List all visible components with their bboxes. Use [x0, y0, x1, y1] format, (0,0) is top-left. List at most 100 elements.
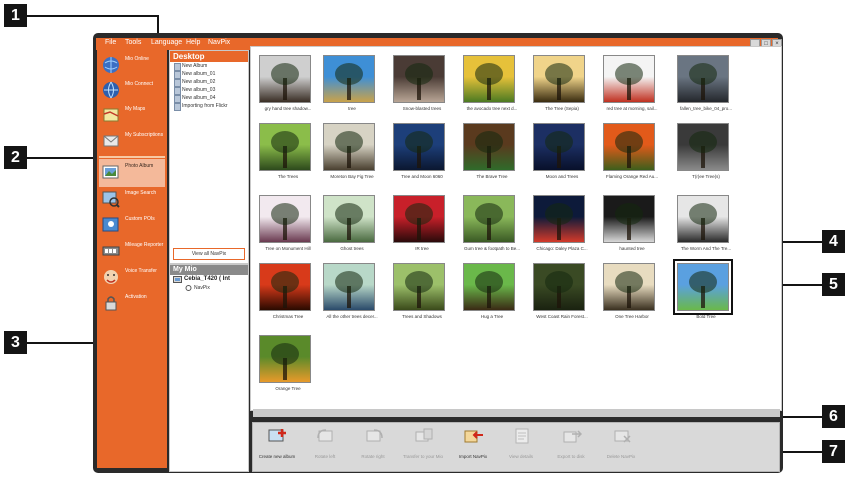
menu-navpix[interactable]: NavPix	[208, 39, 230, 46]
album-item[interactable]: New album_01	[170, 70, 248, 79]
album-label: New album_03	[182, 87, 216, 93]
photo-image	[533, 263, 585, 311]
tree-silhouette-icon	[271, 203, 299, 240]
photo-thumbnail[interactable]: All the other trees decer...	[323, 263, 378, 321]
photo-thumbnail[interactable]: T(r)ee Tree(s)	[677, 123, 729, 181]
photo-thumbnail[interactable]: Moon and Trees	[533, 123, 585, 181]
navpix-tree-item[interactable]: NavPix	[170, 284, 248, 292]
photo-thumbnail[interactable]: Snow-blasted trees	[393, 55, 445, 113]
album-label: New album_04	[182, 95, 216, 101]
navpix-folder-icon	[185, 285, 192, 291]
photo-thumbnail[interactable]: gry hand tree shadow...	[259, 55, 311, 113]
photo-thumbnail[interactable]: the avocado tree next d...	[463, 55, 517, 113]
photo-thumbnail[interactable]: One Tree Harbor	[603, 263, 655, 321]
tree-silhouette-icon	[615, 203, 643, 240]
photo-thumbnail[interactable]: Christmas Tree	[259, 263, 311, 321]
tree-silhouette-icon	[615, 63, 643, 100]
photo-image	[259, 123, 311, 171]
photo-thumbnail[interactable]: Flaming Orange Red Au...	[603, 123, 658, 181]
photo-thumbnail[interactable]: red tree at morning, sail...	[603, 55, 658, 113]
tree-silhouette-icon	[335, 131, 363, 168]
photo-thumbnail[interactable]: fallen_tree_bike_04_pro...	[677, 55, 732, 113]
album-item[interactable]: New album_03	[170, 86, 248, 95]
tree-silhouette-icon	[545, 203, 573, 240]
sidebar-item-my-subscriptions[interactable]: My Subscriptions	[99, 128, 165, 156]
photo-image	[533, 123, 585, 171]
device-tree-item[interactable]: Cebia_T420 ( Int	[170, 275, 248, 284]
photo-image	[259, 195, 311, 243]
menu-help[interactable]: Help	[186, 39, 200, 46]
rotate-left-icon	[317, 429, 333, 442]
sidebar-item-mio-online[interactable]: Mio Online	[99, 52, 165, 80]
photo-thumbnail[interactable]: The Worm And The Tre...	[677, 195, 731, 253]
export-to-disk-button[interactable]: Export to disk	[551, 426, 591, 468]
menu-file[interactable]: File	[105, 39, 116, 46]
photo-image	[533, 55, 585, 103]
view-details-button[interactable]: View details	[501, 426, 541, 468]
sidebar-item-my-maps[interactable]: My Maps	[99, 102, 165, 130]
photo-thumbnail[interactable]: Tree on Monument Hill	[259, 195, 311, 253]
sidebar-item-photo-album[interactable]: Photo Album	[99, 159, 165, 187]
album-item[interactable]: New album_02	[170, 78, 248, 87]
menu-tools[interactable]: Tools	[125, 39, 141, 46]
sidebar-item-custom-pois[interactable]: Custom POIs	[99, 212, 165, 240]
photo-thumbnail[interactable]: Moreton Bay Fig Tree	[323, 123, 375, 181]
sidebar-item-voice-transfer[interactable]: Voice Transfer	[99, 264, 165, 292]
sidebar: Mio Online Mio Connect My Maps My Subscr…	[97, 50, 167, 468]
callout-2: 2	[4, 146, 27, 169]
tree-silhouette-icon	[689, 203, 717, 240]
photo-caption: fallen_tree_bike_04_pro...	[679, 106, 733, 111]
view-all-navpix-button[interactable]: View all NavPix	[173, 248, 245, 260]
album-item[interactable]: Importing from Flickr	[170, 102, 248, 111]
photo-thumbnail[interactable]: Trees and Shadows	[393, 263, 445, 321]
photo-thumbnail[interactable]: The Tree (Sepia)	[533, 55, 585, 113]
photo-thumbnail[interactable]: The Trees	[259, 123, 311, 181]
toolbar-button-label: Rotate right	[361, 454, 385, 459]
photo-thumbnail[interactable]: IR tree	[393, 195, 445, 253]
menu-language[interactable]: Language	[151, 39, 182, 46]
subscriptions-icon	[103, 135, 119, 147]
photo-image	[677, 55, 729, 103]
rotate-right-button[interactable]: Rotate right	[353, 426, 393, 468]
callout-5: 5	[822, 273, 845, 296]
sidebar-item-image-search[interactable]: Image Search	[99, 186, 165, 214]
photo-thumbnail[interactable]: Chicago: Daley Plaza C...	[533, 195, 588, 253]
sidebar-item-mio-connect[interactable]: Mio Connect	[99, 77, 165, 105]
album-item[interactable]: New album_04	[170, 94, 248, 103]
transfer-to-your-mio-button[interactable]: Transfer to your Mio	[403, 426, 443, 468]
create-new-album-button[interactable]: Create new album	[257, 426, 297, 468]
album-icon	[174, 103, 181, 111]
navpix-label: NavPix	[194, 285, 210, 291]
photo-thumbnail[interactable]: Tree and Moon 6060	[393, 123, 445, 181]
photo-thumbnail[interactable]: Hug a Tree	[463, 263, 515, 321]
album-label: Importing from Flickr	[182, 103, 228, 109]
photo-thumbnail[interactable]: West Coast Rain Forest...	[533, 263, 588, 321]
photo-gallery: gry hand tree shadow... tree Snow-blasted …	[250, 46, 782, 411]
album-folder-panel: Desktop New Album New album_01 New album…	[169, 50, 249, 264]
photo-thumbnail[interactable]: The Brave Tree	[463, 123, 515, 181]
photo-image	[463, 123, 515, 171]
photo-thumbnail[interactable]: tree	[323, 55, 375, 113]
selected-photo-highlight	[673, 259, 733, 315]
tree-silhouette-icon	[405, 203, 433, 240]
album-label: New album_01	[182, 71, 216, 77]
sidebar-item-activation[interactable]: Activation	[99, 290, 165, 318]
album-item[interactable]: New Album	[170, 62, 248, 71]
delete-navpix-icon	[614, 430, 631, 443]
callout-7: 7	[822, 440, 845, 463]
delete-navpix-button[interactable]: Delete NavPix	[601, 426, 641, 468]
photo-thumbnail[interactable]: haunted tree	[603, 195, 655, 253]
rotate-left-button[interactable]: Rotate left	[305, 426, 345, 468]
tree-silhouette-icon	[271, 343, 299, 380]
photo-thumbnail[interactable]: Orange Tree	[259, 335, 311, 393]
photo-caption: haunted tree	[619, 246, 645, 251]
import-navpix-button[interactable]: Import NavPix	[453, 426, 493, 468]
photo-thumbnail[interactable]: Ghost trees	[323, 195, 375, 253]
sidebar-item-mileage-reporter[interactable]: Mileage Reporter	[99, 238, 165, 266]
photo-thumbnail[interactable]: Gum tree & footpath to Be...	[463, 195, 520, 253]
photo-image	[393, 195, 445, 243]
photo-image	[323, 123, 375, 171]
sidebar-divider	[99, 156, 165, 158]
poi-icon	[102, 217, 119, 232]
photo-caption: red tree at morning, sail...	[606, 106, 658, 111]
